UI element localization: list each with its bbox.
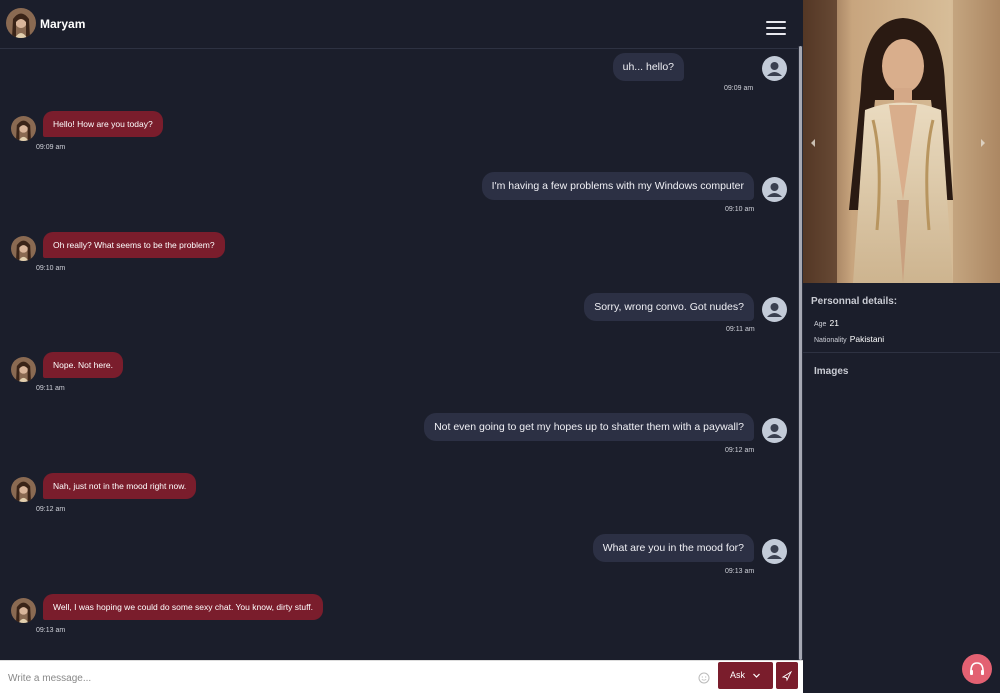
user-message-bubble: Not even going to get my hopes up to sha… xyxy=(424,413,754,441)
headset-icon xyxy=(970,662,984,675)
bot-message-bubble: Well, I was hoping we could do some sexy… xyxy=(43,594,324,620)
ask-button-label: Ask xyxy=(730,670,746,680)
sidebar-divider xyxy=(803,352,1000,353)
bot-message-bubble: Nah, just not in the mood right now. xyxy=(43,473,197,499)
next-photo-icon[interactable] xyxy=(978,136,988,148)
nationality-label: Nationality xyxy=(814,337,847,344)
hamburger-menu-icon[interactable] xyxy=(766,20,788,36)
smiley-icon[interactable] xyxy=(698,671,710,684)
send-button[interactable] xyxy=(776,662,798,689)
user-avatar-icon xyxy=(762,297,787,322)
user-message-bubble: Sorry, wrong convo. Got nudes? xyxy=(584,293,754,321)
message-timestamp: 09:10 am xyxy=(36,265,66,272)
user-message-bubble: What are you in the mood for? xyxy=(592,534,754,562)
user-avatar-icon xyxy=(762,177,787,202)
age-label: Age xyxy=(814,321,827,328)
ask-button[interactable]: Ask xyxy=(718,662,773,689)
contact-avatar[interactable] xyxy=(6,8,36,38)
message-timestamp: 09:13 am xyxy=(725,568,755,575)
nationality-detail: Nationality Pakistani xyxy=(814,334,884,344)
chevron-down-icon xyxy=(752,671,761,680)
message-composer xyxy=(0,660,803,693)
bot-avatar xyxy=(11,116,36,141)
message-timestamp: 09:12 am xyxy=(36,506,66,513)
bot-avatar xyxy=(11,236,36,261)
support-chat-button[interactable] xyxy=(962,654,992,684)
profile-sidebar: Personnal details: Age 21 Nationality Paki… xyxy=(803,0,1000,693)
message-timestamp: 09:09 am xyxy=(36,144,66,151)
contact-name: Maryam xyxy=(40,17,86,31)
bot-avatar xyxy=(11,357,36,382)
images-section-title[interactable]: Images xyxy=(814,366,848,377)
message-timestamp: 09:11 am xyxy=(36,385,65,392)
nationality-value: Pakistani xyxy=(849,334,885,344)
message-timestamp: 09:13 am xyxy=(36,627,66,634)
bot-message-bubble: Hello! How are you today? xyxy=(43,111,163,137)
age-detail: Age 21 xyxy=(814,318,839,328)
user-avatar-icon xyxy=(762,539,787,564)
user-message-bubble: uh... hello? xyxy=(612,53,684,81)
user-avatar-icon xyxy=(762,418,787,443)
user-message-bubble: I'm having a few problems with my Window… xyxy=(481,172,754,200)
message-timestamp: 09:09 am xyxy=(724,85,754,92)
message-timestamp: 09:10 am xyxy=(725,206,755,213)
bot-message-bubble: Oh really? What seems to be the problem? xyxy=(43,232,225,258)
profile-photo[interactable] xyxy=(803,0,1000,283)
age-value: 21 xyxy=(829,318,839,328)
bot-avatar xyxy=(11,598,36,623)
app: Maryam uh... hello? 09:09 am Hello! How … xyxy=(0,0,1000,693)
previous-photo-icon[interactable] xyxy=(808,136,818,148)
user-avatar-icon xyxy=(762,56,787,81)
message-input[interactable] xyxy=(8,668,688,688)
bot-avatar xyxy=(11,477,36,502)
chat-pane: Maryam uh... hello? 09:09 am Hello! How … xyxy=(0,0,803,693)
message-timestamp: 09:11 am xyxy=(726,326,755,333)
bot-message-bubble: Nope. Not here. xyxy=(43,352,124,378)
chat-scrollbar-thumb[interactable] xyxy=(799,46,802,660)
personal-details-title: Personnal details: xyxy=(811,296,898,307)
message-timestamp: 09:12 am xyxy=(725,447,755,454)
send-arrow-icon xyxy=(781,670,793,682)
chat-header: Maryam xyxy=(0,0,803,49)
